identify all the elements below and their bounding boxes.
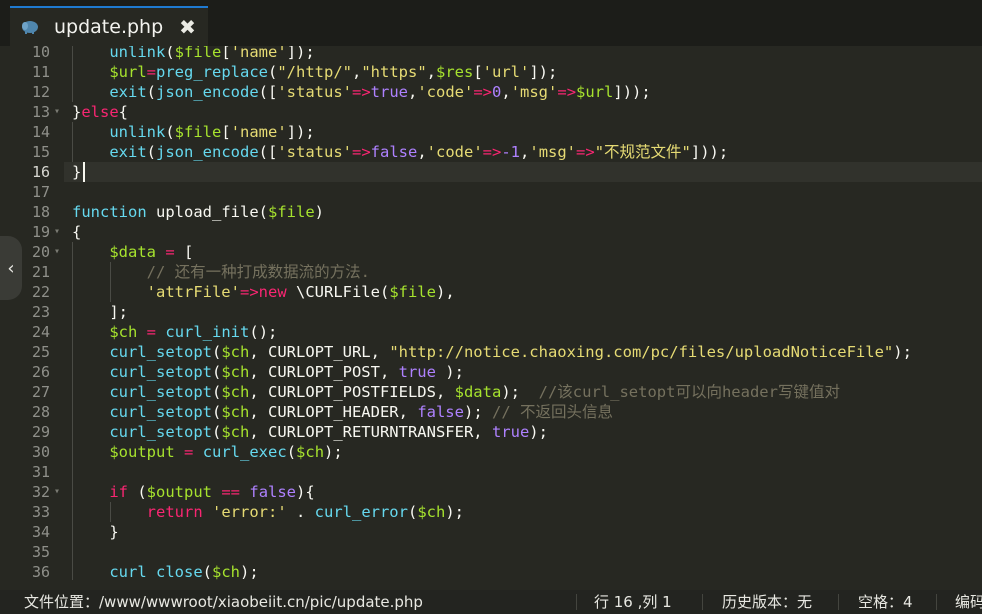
code-line: $data = [ — [109, 243, 194, 261]
status-divider — [936, 594, 937, 610]
code-line: } — [109, 523, 119, 541]
line-number: 31 — [31, 463, 50, 481]
fold-toggle-icon[interactable]: ▾ — [52, 242, 60, 262]
line-number: 35 — [31, 543, 50, 561]
status-divider — [702, 594, 703, 610]
close-tab-icon[interactable]: ✖ — [179, 17, 196, 37]
code-line: function upload_file($file) — [72, 203, 325, 221]
code-line: exit(json_encode(['status'=>true,'code'=… — [109, 83, 651, 101]
line-number: 14 — [31, 123, 50, 141]
line-number: 10 — [31, 46, 50, 61]
history-version[interactable]: 历史版本：无 — [722, 590, 812, 614]
file-path-label: 文件位置：/www/wwwroot/xiaobeiit.cn/pic/updat… — [24, 593, 423, 611]
code-line: $ch = curl_init(); — [109, 323, 278, 341]
code-line: // 还有一种打成数据流的方法. — [146, 263, 370, 281]
code-line: $output = curl_exec($ch); — [109, 443, 343, 461]
tab-bar: update.php ✖ — [0, 0, 982, 46]
code-line: }else{ — [72, 103, 129, 121]
line-number: 30 — [31, 443, 50, 461]
line-number: 29 — [31, 423, 50, 441]
line-number: 25 — [31, 343, 50, 361]
code-line: curl_setopt($ch, CURLOPT_RETURNTRANSFER,… — [109, 423, 548, 441]
encoding-setting[interactable]: 编码 — [955, 590, 982, 614]
indent-guide — [110, 262, 112, 302]
code-line: 'attrFile'=>new \CURLFile($file), — [146, 283, 455, 301]
code-line: curl_setopt($ch, CURLOPT_HEADER, false);… — [109, 403, 613, 421]
code-line: } — [72, 163, 82, 181]
line-number: 13 ▾ — [31, 103, 60, 121]
php-elephant-icon — [20, 19, 40, 35]
line-number: 28 — [31, 403, 50, 421]
line-number: 32 ▾ — [31, 483, 60, 501]
fold-toggle-icon[interactable]: ▾ — [52, 222, 60, 242]
line-number: 11 — [31, 63, 50, 81]
line-number: 18 — [31, 203, 50, 221]
line-number: 33 — [31, 503, 50, 521]
code-line: curl_setopt($ch, CURLOPT_URL, "http://no… — [109, 343, 912, 361]
line-number: 26 — [31, 363, 50, 381]
code-editor-window: update.php ✖ 10 11 12 13 ▾ 14 15 16 17 18 19 ▾ 20 ▾ 21… — [0, 0, 982, 614]
status-bar: 文件位置：/www/wwwroot/xiaobeiit.cn/pic/updat… — [0, 590, 982, 614]
status-divider — [838, 594, 839, 610]
code-line: { — [72, 223, 82, 241]
line-number: 24 — [31, 323, 50, 341]
text-caret — [82, 162, 85, 182]
code-line: unlink($file['name']); — [109, 123, 315, 141]
code-line: ]; — [109, 303, 128, 321]
line-number: 12 — [31, 83, 50, 101]
status-divider — [576, 594, 577, 610]
indent-guide — [110, 502, 112, 522]
code-line: return 'error:' . curl_error($ch); — [146, 503, 464, 521]
code-line: curl_setopt($ch, CURLOPT_POSTFIELDS, $da… — [109, 383, 840, 401]
line-number: 15 — [31, 143, 50, 161]
line-number: 17 — [31, 183, 50, 201]
indent-guide — [72, 242, 73, 580]
tab-update-php[interactable]: update.php ✖ — [10, 6, 208, 46]
code-line: exit(json_encode(['status'=>false,'code'… — [109, 143, 729, 161]
line-number: 23 — [31, 303, 50, 321]
fold-toggle-icon[interactable]: ▾ — [52, 482, 60, 502]
line-number: 27 — [31, 383, 50, 401]
indent-guide — [72, 122, 73, 162]
chevron-left-icon: ‹ — [7, 257, 15, 279]
line-number: 36 — [31, 563, 50, 580]
code-line: $url=preg_replace("/http/","https",$res[… — [109, 63, 558, 81]
code-line: curl_close($ch); — [109, 563, 259, 580]
code-line: unlink($file['name']); — [109, 46, 315, 61]
active-line-highlight — [64, 162, 982, 182]
code-line: curl_setopt($ch, CURLOPT_POST, true ); — [109, 363, 464, 381]
code-editor-area[interactable]: unlink($file['name']); $url=preg_replace… — [64, 46, 982, 580]
line-number: 16 — [31, 163, 50, 181]
collapse-sidebar-handle[interactable]: ‹ — [0, 236, 22, 300]
line-number-gutter: 10 11 12 13 ▾ 14 15 16 17 18 19 ▾ 20 ▾ 21 22 23 24 25 26 27 2… — [0, 46, 64, 580]
fold-toggle-icon[interactable]: ▾ — [52, 102, 60, 122]
indent-guide — [72, 46, 73, 102]
tab-title: update.php — [54, 16, 164, 38]
code-line: if ($output == false){ — [109, 483, 315, 501]
indent-setting[interactable]: 空格：4 — [858, 590, 913, 614]
cursor-position[interactable]: 行 16 ,列 1 — [594, 590, 672, 614]
line-number: 34 — [31, 523, 50, 541]
